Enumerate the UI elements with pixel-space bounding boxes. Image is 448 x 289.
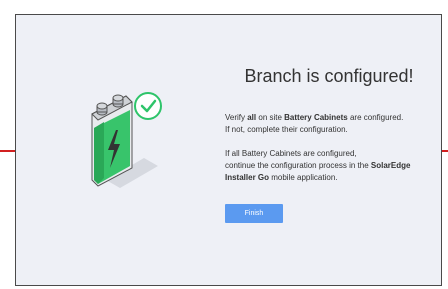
- continue-paragraph: If all Battery Cabinets are configured, …: [225, 148, 430, 184]
- continue-line-1: If all Battery Cabinets are configured,: [225, 149, 357, 158]
- dialog-title: Branch is configured!: [244, 66, 414, 86]
- verify-paragraph: Verify all on site Battery Cabinets are …: [225, 112, 430, 136]
- finish-button[interactable]: Finish: [225, 204, 283, 223]
- battery-illustration: [91, 92, 162, 188]
- annotation-line-left: [0, 150, 15, 152]
- annotation-line-right: [442, 150, 448, 152]
- continue-line-2: continue the configuration process in th…: [225, 161, 411, 182]
- verify-line-2: If not, complete their configuration.: [225, 125, 348, 134]
- verify-line-1: Verify all on site Battery Cabinets are …: [225, 113, 404, 122]
- check-circle-icon: [134, 92, 162, 120]
